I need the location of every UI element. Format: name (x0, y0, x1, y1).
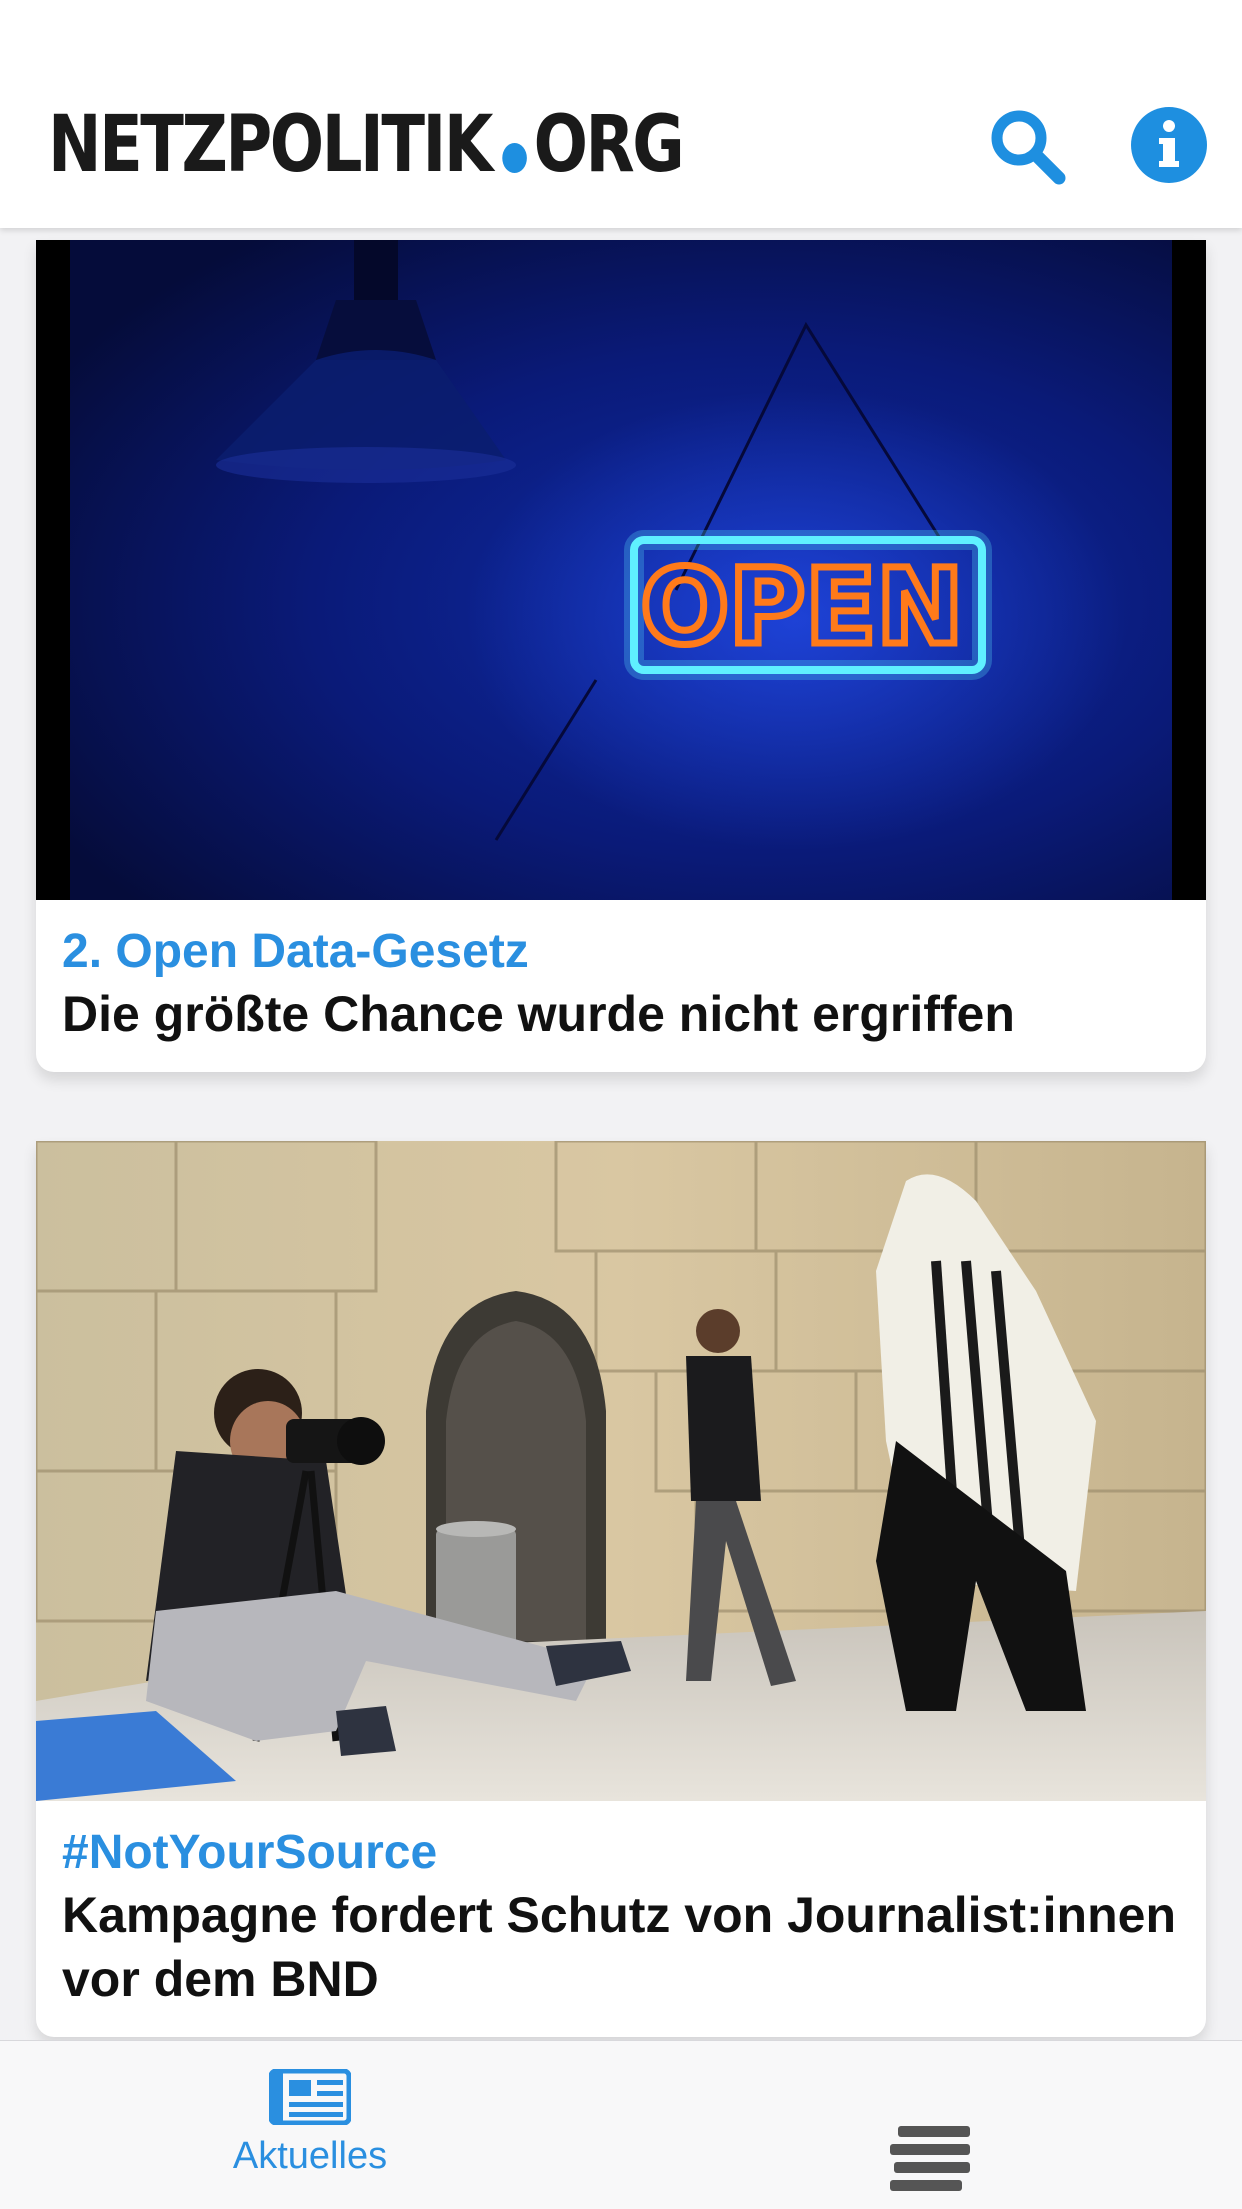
site-logo[interactable]: NETZPOLITIK ORG (48, 100, 685, 190)
newspaper-icon (269, 2069, 351, 2125)
logo-text-org: ORG (533, 100, 685, 190)
info-button[interactable] (1128, 104, 1210, 186)
article-headline: Die größte Chance wurde nicht ergriffen (62, 986, 1015, 1042)
article-text: #NotYourSource Kampagne fordert Schutz v… (36, 1801, 1206, 2037)
article-image-western-wall (36, 1141, 1206, 1801)
article-kicker: #NotYourSource (62, 1826, 438, 1879)
tab-aktuelles-label: Aktuelles (232, 2135, 388, 2177)
article-text: 2. Open Data-Gesetz Die größte Chance wu… (36, 900, 1206, 1072)
article-card-not-your-source[interactable]: #NotYourSource Kampagne fordert Schutz v… (36, 1141, 1206, 2037)
menu-icon (890, 2126, 970, 2191)
article-image-open-sign: OPEN (36, 240, 1206, 900)
logo-dot (502, 143, 528, 173)
tab-menu[interactable] (890, 2126, 974, 2192)
open-sign-text: OPEN (641, 546, 964, 668)
article-kicker: 2. Open Data-Gesetz (62, 925, 529, 978)
article-card-open-data[interactable]: OPEN 2. Open Data-Gesetz Die größte Chan… (36, 240, 1206, 1072)
bottom-tab-bar: Aktuelles (0, 2040, 1242, 2209)
app-header: NETZPOLITIK ORG (0, 0, 1242, 228)
western-wall-photo (36, 1141, 1206, 1801)
logo-text-netzpolitik: NETZPOLITIK (48, 100, 493, 190)
article-headline: Kampagne fordert Schutz von Journalist:i… (62, 1887, 1176, 2007)
info-icon (1131, 107, 1207, 183)
search-icon (991, 110, 1066, 185)
open-sign-photo: OPEN (36, 240, 1206, 900)
tab-aktuelles[interactable]: Aktuelles (200, 2069, 420, 2199)
search-button[interactable] (985, 104, 1067, 186)
